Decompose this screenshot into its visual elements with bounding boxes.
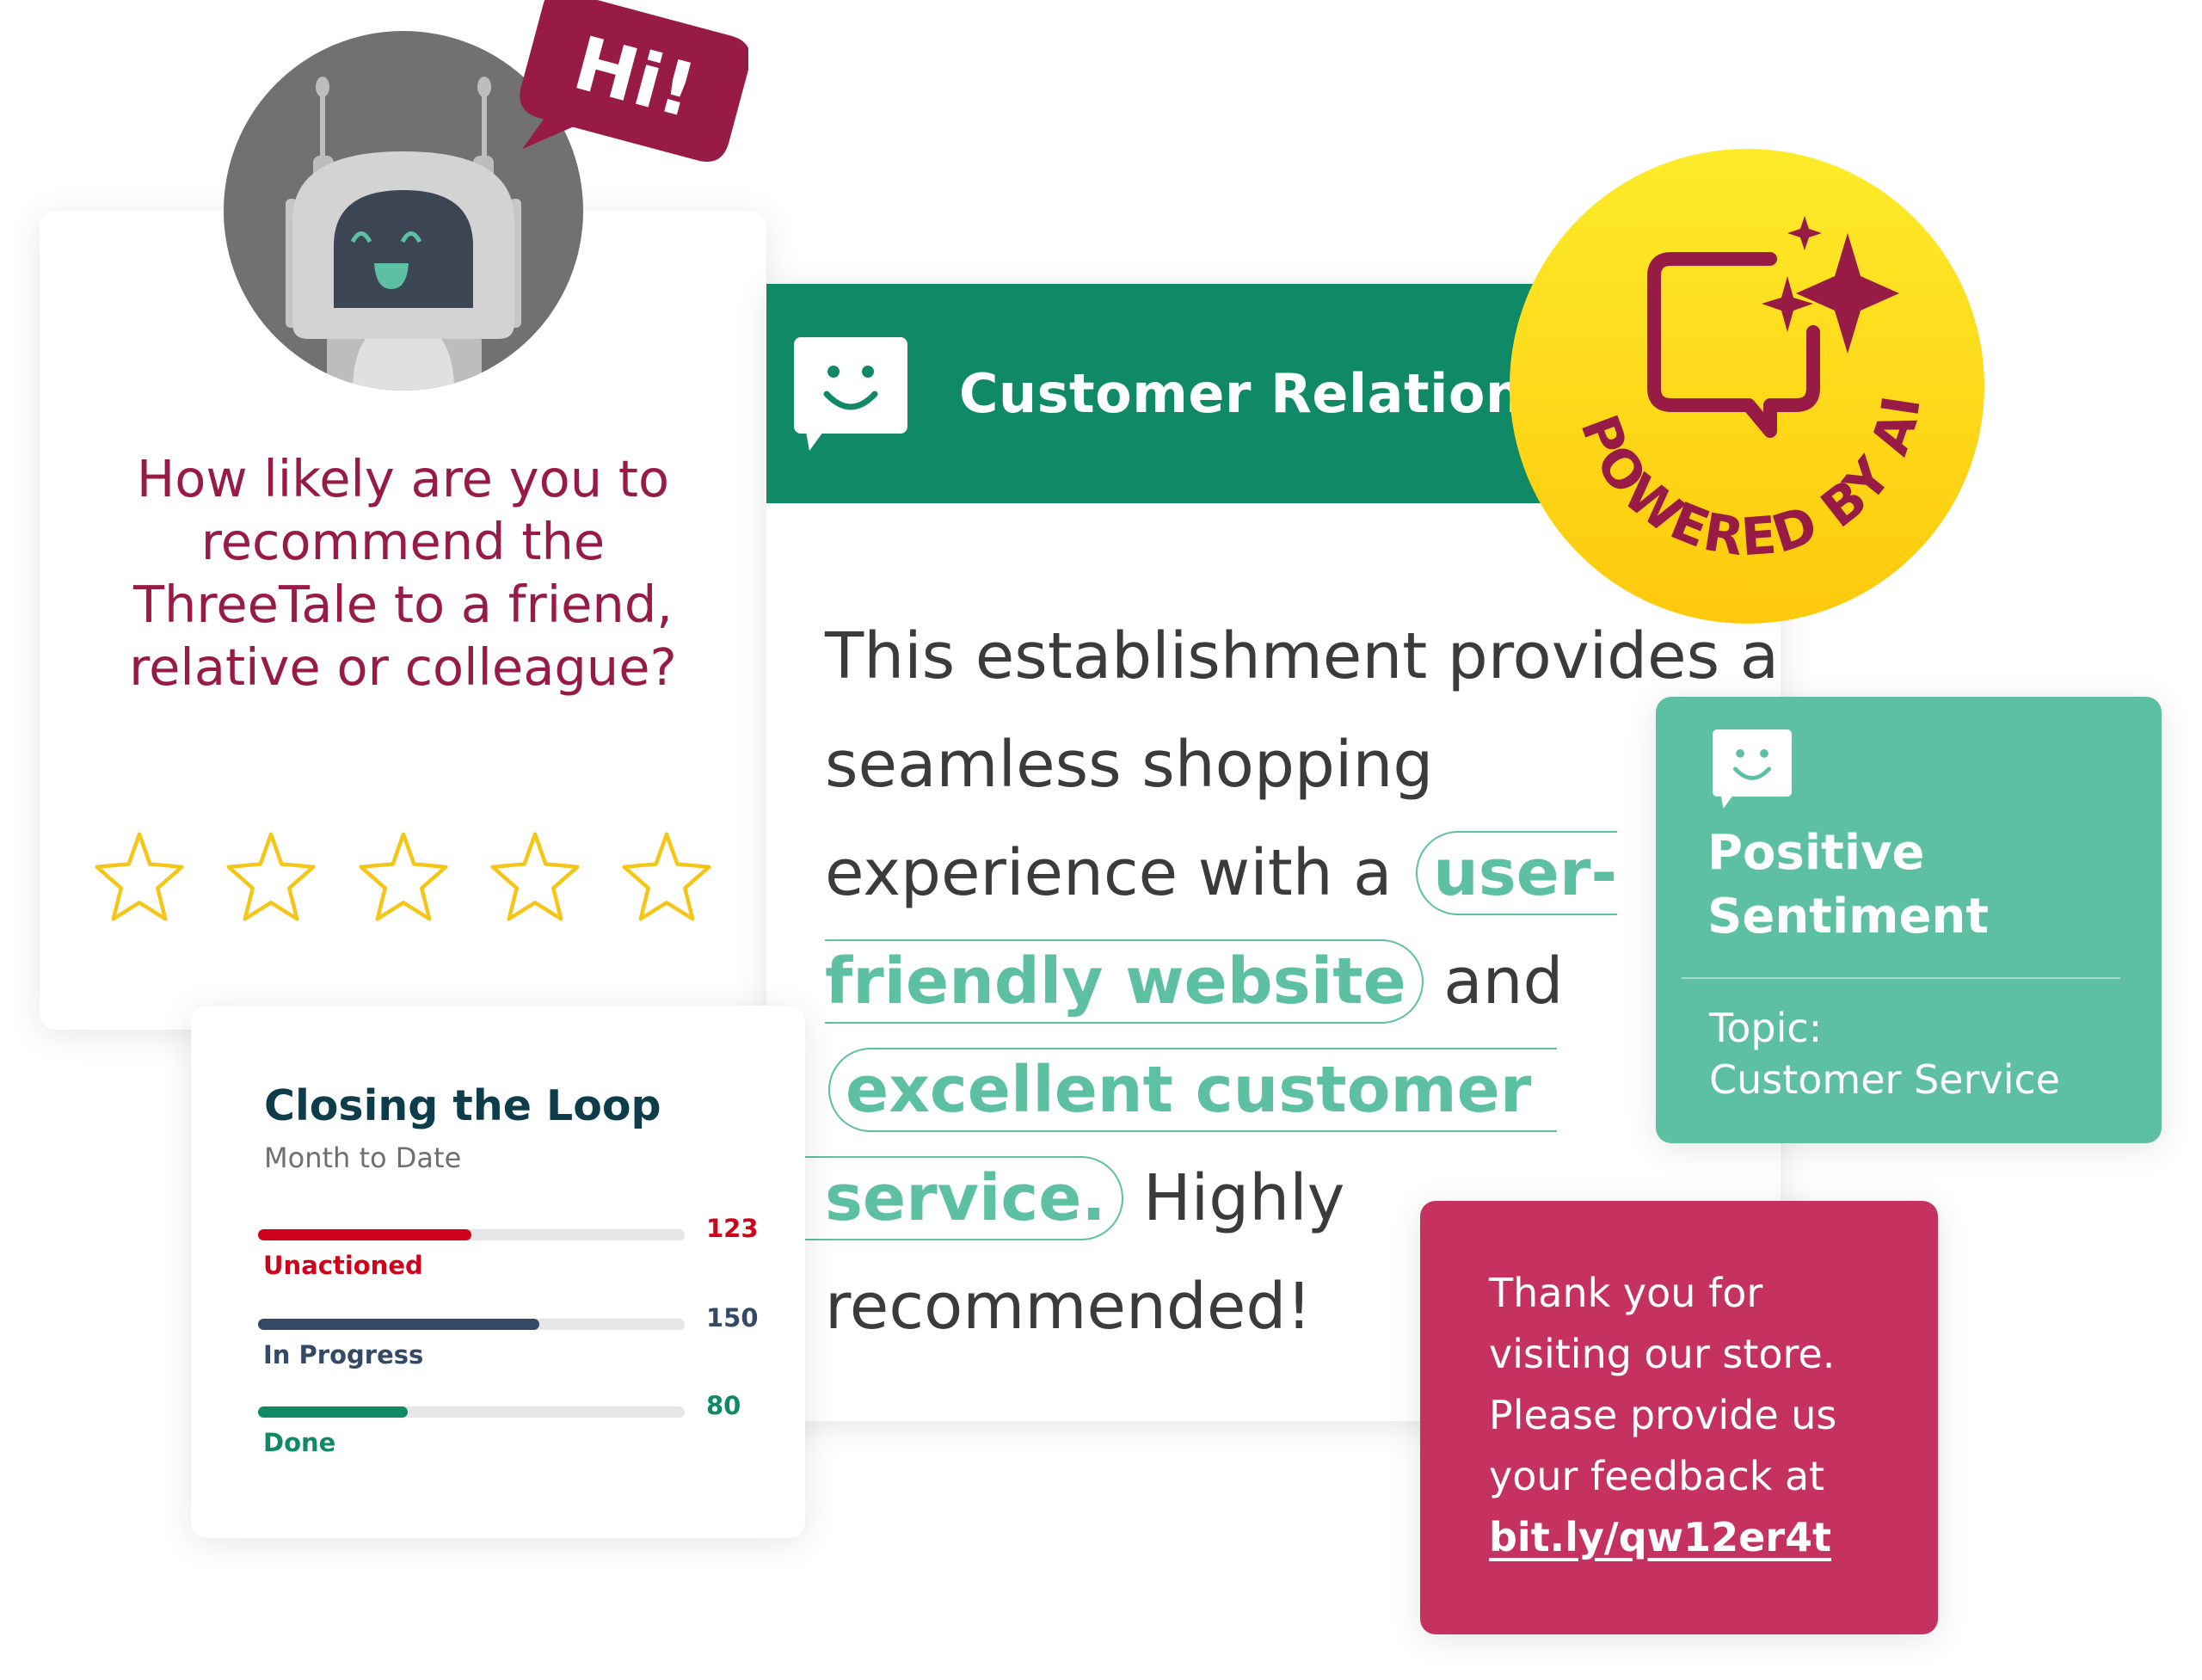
sentiment-title: Positive Sentiment xyxy=(1707,825,1990,945)
feedback-text: Thank you for visiting our store. Please… xyxy=(1489,1270,1837,1499)
metric-value: 150 xyxy=(706,1303,759,1332)
smiley-chat-icon xyxy=(794,336,907,451)
metric-label: Unactioned xyxy=(263,1251,423,1280)
star-icon[interactable] xyxy=(618,828,715,925)
metric-value: 123 xyxy=(706,1214,759,1243)
star-icon[interactable] xyxy=(355,828,452,925)
metric-label: Done xyxy=(263,1428,336,1457)
review-header-title: Customer Relations xyxy=(959,362,1556,425)
hi-speech-bubble: Hi! xyxy=(520,0,748,163)
closing-loop-title: Closing the Loop xyxy=(264,1081,661,1130)
star-icon[interactable] xyxy=(487,828,583,925)
powered-by-ai-badge: POWERED BY AI xyxy=(1510,149,1984,624)
star-icon[interactable] xyxy=(223,828,319,925)
topic-value: Customer Service xyxy=(1709,1056,2061,1103)
survey-question: How likely are you to recommend the Thre… xyxy=(129,449,677,697)
metric-label: In Progress xyxy=(263,1340,424,1369)
progress-fill xyxy=(258,1406,408,1418)
feedback-link[interactable]: bit.ly/qw12er4t xyxy=(1489,1514,1831,1560)
highlight-excellent-customer-service-cont[interactable]: service. xyxy=(766,1156,1123,1240)
highlight-excellent-customer-service[interactable]: excellent customer xyxy=(828,1048,1558,1132)
smiley-chat-icon xyxy=(1713,729,1792,809)
progress-fill xyxy=(258,1229,471,1240)
review-text-part: and xyxy=(1443,945,1564,1018)
review-text-part: This establishment provides a seamless s… xyxy=(825,619,1780,910)
closing-loop-card: Closing the Loop Month to Date 123 Unact… xyxy=(191,1006,805,1538)
topic-label: Topic: xyxy=(1709,1005,1823,1051)
closing-loop-subtitle: Month to Date xyxy=(264,1142,462,1174)
star-rating[interactable] xyxy=(91,828,715,925)
divider xyxy=(1682,977,2120,979)
feedback-card: Thank you for visiting our store. Please… xyxy=(1420,1201,1938,1634)
feedback-message: Thank you for visiting our store. Please… xyxy=(1489,1263,1912,1568)
star-icon[interactable] xyxy=(91,828,188,925)
metric-value: 80 xyxy=(706,1391,741,1420)
sentiment-card: Positive Sentiment Topic: Customer Servi… xyxy=(1656,697,2162,1143)
progress-fill xyxy=(258,1319,540,1330)
